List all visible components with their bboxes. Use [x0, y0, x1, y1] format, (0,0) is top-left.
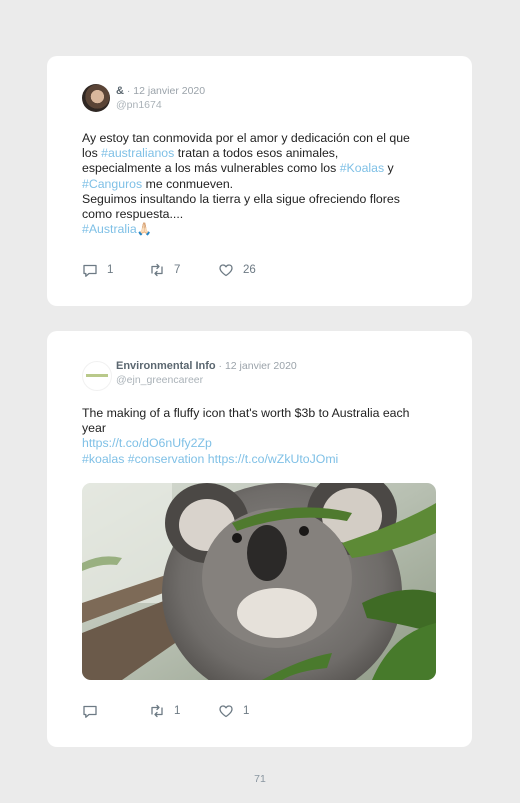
reply-icon [83, 705, 97, 718]
tweet-text-segment: los [82, 146, 102, 161]
reply-icon [83, 264, 97, 277]
tweet-link[interactable]: #Koalas [340, 161, 384, 175]
avatar[interactable] [82, 361, 112, 391]
like-count: 1 [243, 705, 250, 717]
author-handle[interactable]: @pn1674 [116, 99, 162, 111]
retweet-button[interactable]: 1 [149, 703, 180, 719]
tweet-line: Ay estoy tan conmovida por el amor y ded… [82, 131, 442, 146]
tweet-line: Seguimos insultando la tierra y ella sig… [82, 192, 442, 207]
tweet-text-segment: especialmente a los más vulnerables como… [82, 161, 340, 176]
author-name[interactable]: & [116, 85, 124, 97]
tweet-line: year [82, 421, 442, 436]
tweet-text-segment: The making of a fluffy icon that's worth… [82, 406, 410, 420]
tweet-header: & · 12 janvier 2020 [116, 85, 205, 97]
tweet-text-segment: me conmueven. [142, 176, 234, 191]
tweet-text-segment: Seguimos insultando la tierra y ella sig… [82, 191, 400, 206]
tweet-line: https://t.co/dO6nUfy2Zp [82, 436, 442, 451]
tweet-link[interactable]: https://t.co/dO6nUfy2Zp [82, 436, 212, 450]
tweet-text-segment: como respuesta.... [82, 207, 184, 222]
tweet-line: los #australianos tratan a todos esos an… [82, 146, 442, 161]
logo-mark [86, 374, 108, 377]
retweet-count: 7 [174, 264, 181, 276]
tweet-date: · 12 janvier 2020 [218, 360, 297, 372]
reply-button[interactable] [82, 703, 107, 719]
tweet-link[interactable]: #Australia🙏🏻 [82, 222, 152, 236]
reply-count: 1 [107, 264, 114, 276]
tweet-header: Environmental Info · 12 janvier 2020 [116, 360, 297, 372]
like-count: 26 [243, 264, 256, 276]
tweet-line: #koalas #conservation https://t.co/wZkUt… [82, 452, 442, 467]
author-handle[interactable]: @ejn_greencareer [116, 374, 203, 386]
tweet-text-segment: y [384, 161, 394, 176]
like-button[interactable]: 1 [218, 703, 249, 719]
reply-button[interactable]: 1 [82, 262, 113, 278]
tweet-card: & · 12 janvier 2020 @pn1674 Ay estoy tan… [47, 56, 472, 306]
koala-image [82, 483, 436, 680]
tweet-link[interactable]: #australianos [101, 146, 174, 160]
tweet-date: · 12 janvier 2020 [126, 85, 206, 97]
heart-icon [219, 705, 233, 718]
tweet-text-segment: tratan a todos esos animales, [174, 146, 339, 161]
tweet-line: #Canguros me conmueven. [82, 177, 442, 192]
tweet-line: The making of a fluffy icon that's worth… [82, 406, 442, 421]
tweet-card: Environmental Info · 12 janvier 2020 @ej… [47, 331, 472, 747]
like-button[interactable]: 26 [218, 262, 256, 278]
tweet-line: especialmente a los más vulnerables como… [82, 161, 442, 176]
author-name[interactable]: Environmental Info [116, 360, 216, 372]
tweet-line: #Australia🙏🏻 [82, 222, 442, 237]
tweet-text-segment: Ay estoy tan conmovida por el amor y ded… [82, 131, 410, 145]
retweet-icon [151, 263, 163, 277]
koala-photo[interactable] [82, 483, 436, 680]
avatar[interactable] [82, 84, 110, 112]
tweet-text-segment: year [82, 421, 106, 436]
tweet-line: como respuesta.... [82, 207, 442, 222]
tweet-link[interactable]: #Canguros [82, 177, 142, 191]
tweet-text: Ay estoy tan conmovida por el amor y ded… [82, 131, 442, 237]
tweet-text: The making of a fluffy icon that's worth… [82, 406, 442, 467]
retweet-count: 1 [174, 705, 181, 717]
heart-icon [219, 264, 233, 277]
retweet-button[interactable]: 7 [149, 262, 180, 278]
tweet-link[interactable]: #koalas #conservation https://t.co/wZkUt… [82, 452, 338, 466]
page-number: 71 [254, 773, 266, 785]
retweet-icon [151, 704, 163, 718]
